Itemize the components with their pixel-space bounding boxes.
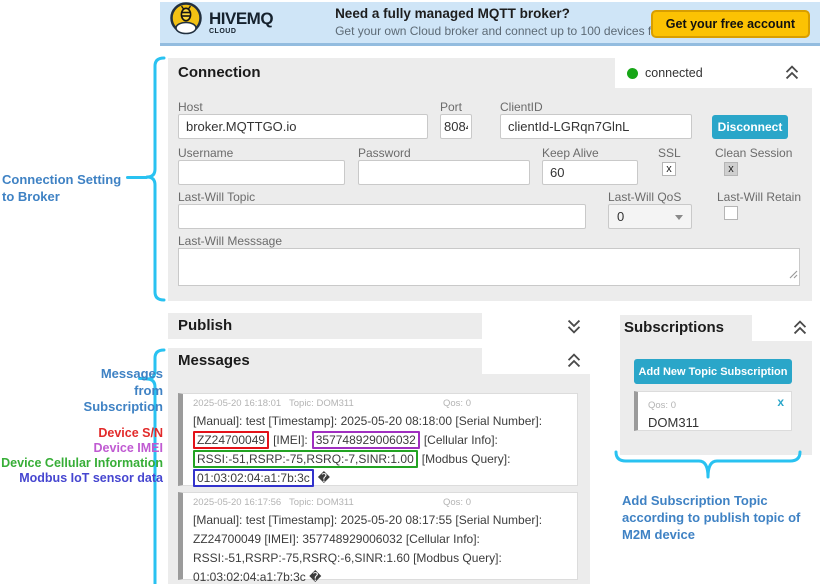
dropdown-arrow-icon [675, 215, 683, 220]
connection-status: connected [645, 66, 703, 80]
brand-sub: CLOUD [209, 28, 273, 35]
add-subscription-button[interactable]: Add New Topic Subscription [634, 359, 792, 384]
clean-session-label: Clean Session [715, 146, 792, 160]
username-input[interactable] [178, 160, 345, 185]
modbus-label: [Modbus Query]: [422, 452, 511, 466]
connection-title: Connection [178, 64, 261, 81]
ssl-checkbox[interactable]: x [662, 162, 676, 176]
clean-session-check-mark: x [728, 163, 734, 175]
keep-alive-input[interactable] [542, 160, 638, 185]
hivemq-banner: HIVEMQ CLOUD Need a fully managed MQTT b… [160, 2, 820, 46]
message-text: ZZ24700049 [IMEI]: 357748929006032 [Cell… [193, 532, 480, 546]
banner-headline: Need a fully managed MQTT broker? [335, 6, 689, 23]
password-label: Password [358, 146, 411, 160]
device-sn-legend: Device S/N [0, 426, 163, 440]
message-qos: Qos: 0 [443, 398, 471, 409]
lw-qos-value: 0 [617, 209, 624, 224]
connection-brace [146, 56, 166, 307]
device-cellular-legend: Device Cellular Information [0, 456, 163, 470]
hivemq-logo: HIVEMQ CLOUD [168, 1, 273, 44]
clean-session-checkbox[interactable]: x [724, 162, 738, 176]
username-label: Username [178, 146, 233, 160]
message-topic: Topic: DOM311 [289, 497, 354, 508]
subscriptions-panel: Subscriptions Add New Topic Subscription… [620, 315, 812, 455]
message-trailer: � [318, 471, 330, 485]
modbus-data-highlight: 01:03:02:04:a1:7b:3c [193, 469, 314, 487]
publish-panel: Publish [168, 313, 590, 339]
message-qos: Qos: 0 [443, 497, 471, 508]
collapse-messages-icon[interactable] [564, 350, 584, 372]
lw-retain-label: Last-Will Retain [717, 190, 801, 204]
cellular-info-highlight: RSSI:-51,RSRP:-75,RSRQ:-7,SINR:1.00 [193, 450, 418, 468]
password-input[interactable] [358, 160, 530, 185]
publish-title: Publish [178, 317, 232, 334]
mqtt-websocket-client-screen: HIVEMQ CLOUD Need a fully managed MQTT b… [0, 0, 827, 584]
get-free-account-button[interactable]: Get your free account [651, 10, 810, 38]
subscription-topic: DOM311 [648, 415, 785, 430]
connected-status-dot [627, 68, 638, 79]
subscription-qos: Qos: 0 [648, 400, 676, 411]
remove-subscription-icon[interactable]: x [777, 395, 784, 409]
subscriptions-title: Subscriptions [624, 319, 724, 336]
imei-label: [IMEI]: [273, 433, 308, 447]
modbus-legend: Modbus IoT sensor data [0, 471, 163, 485]
lw-topic-label: Last-Will Topic [178, 190, 255, 204]
ssl-check-mark: x [666, 163, 672, 175]
subscription-item: Qos: 0 x DOM311 [634, 391, 792, 431]
message-text: [Manual]: test [Timestamp]: 2025-05-20 0… [193, 513, 542, 527]
message-text: 01:03:02:04:a1:7b:3c � [193, 570, 321, 584]
lw-qos-select[interactable]: 0 [608, 204, 692, 229]
disconnect-button[interactable]: Disconnect [712, 115, 788, 139]
message-text: RSSI:-51,RSRP:-75,RSRQ:-6,SINR:1.60 [Mod… [193, 551, 502, 565]
cellular-label: [Cellular Info]: [424, 433, 498, 447]
lw-topic-input[interactable] [178, 204, 586, 229]
port-input[interactable] [440, 114, 472, 139]
client-id-label: ClientID [500, 100, 543, 114]
expand-publish-icon[interactable] [564, 315, 584, 337]
host-input[interactable] [178, 114, 428, 139]
lw-message-textarea[interactable] [178, 248, 800, 286]
brand-name: HIVEMQ [209, 10, 273, 27]
device-imei-legend: Device IMEI [0, 441, 163, 455]
subscription-annotation: Add Subscription Topic according to publ… [622, 492, 818, 543]
ssl-label: SSL [658, 146, 681, 160]
keep-alive-label: Keep Alive [542, 146, 599, 160]
messages-panel: Messages 2025-05-20 16:18:01 Topic: DOM3… [168, 348, 590, 584]
bee-cloud-icon [168, 1, 204, 44]
client-id-input[interactable] [500, 114, 692, 139]
lw-qos-label: Last-Will QoS [608, 190, 681, 204]
message-topic: Topic: DOM311 [289, 398, 354, 409]
subscription-brace [614, 450, 802, 487]
connection-panel: Connection connected Host Port ClientID … [168, 58, 812, 301]
message-text: [Manual]: test [Timestamp]: 2025-05-20 0… [193, 414, 542, 428]
banner-subline: Get your own Cloud broker and connect up… [335, 24, 689, 39]
message-item: 2025-05-20 16:18:01 Topic: DOM311 Qos: 0… [178, 393, 578, 486]
resize-grip-icon[interactable] [789, 266, 798, 284]
collapse-subscriptions-icon[interactable] [790, 317, 810, 339]
imei-highlight: 357748929006032 [312, 431, 420, 449]
serial-number-highlight: ZZ24700049 [193, 431, 269, 449]
port-label: Port [440, 100, 462, 114]
message-item: 2025-05-20 16:17:56 Topic: DOM311 Qos: 0… [178, 492, 578, 580]
message-time: 2025-05-20 16:17:56 [193, 497, 281, 508]
lw-message-label: Last-Will Messsage [178, 234, 282, 248]
messages-list: 2025-05-20 16:18:01 Topic: DOM311 Qos: 0… [168, 374, 590, 584]
collapse-connection-icon[interactable] [782, 62, 802, 84]
messages-title: Messages [178, 352, 250, 369]
messages-annotation: Messages from Subscription [20, 366, 163, 416]
host-label: Host [178, 100, 203, 114]
message-time: 2025-05-20 16:18:01 [193, 398, 281, 409]
lw-retain-checkbox[interactable] [724, 206, 738, 220]
connection-annotation: Connection Setting to Broker [2, 172, 148, 205]
